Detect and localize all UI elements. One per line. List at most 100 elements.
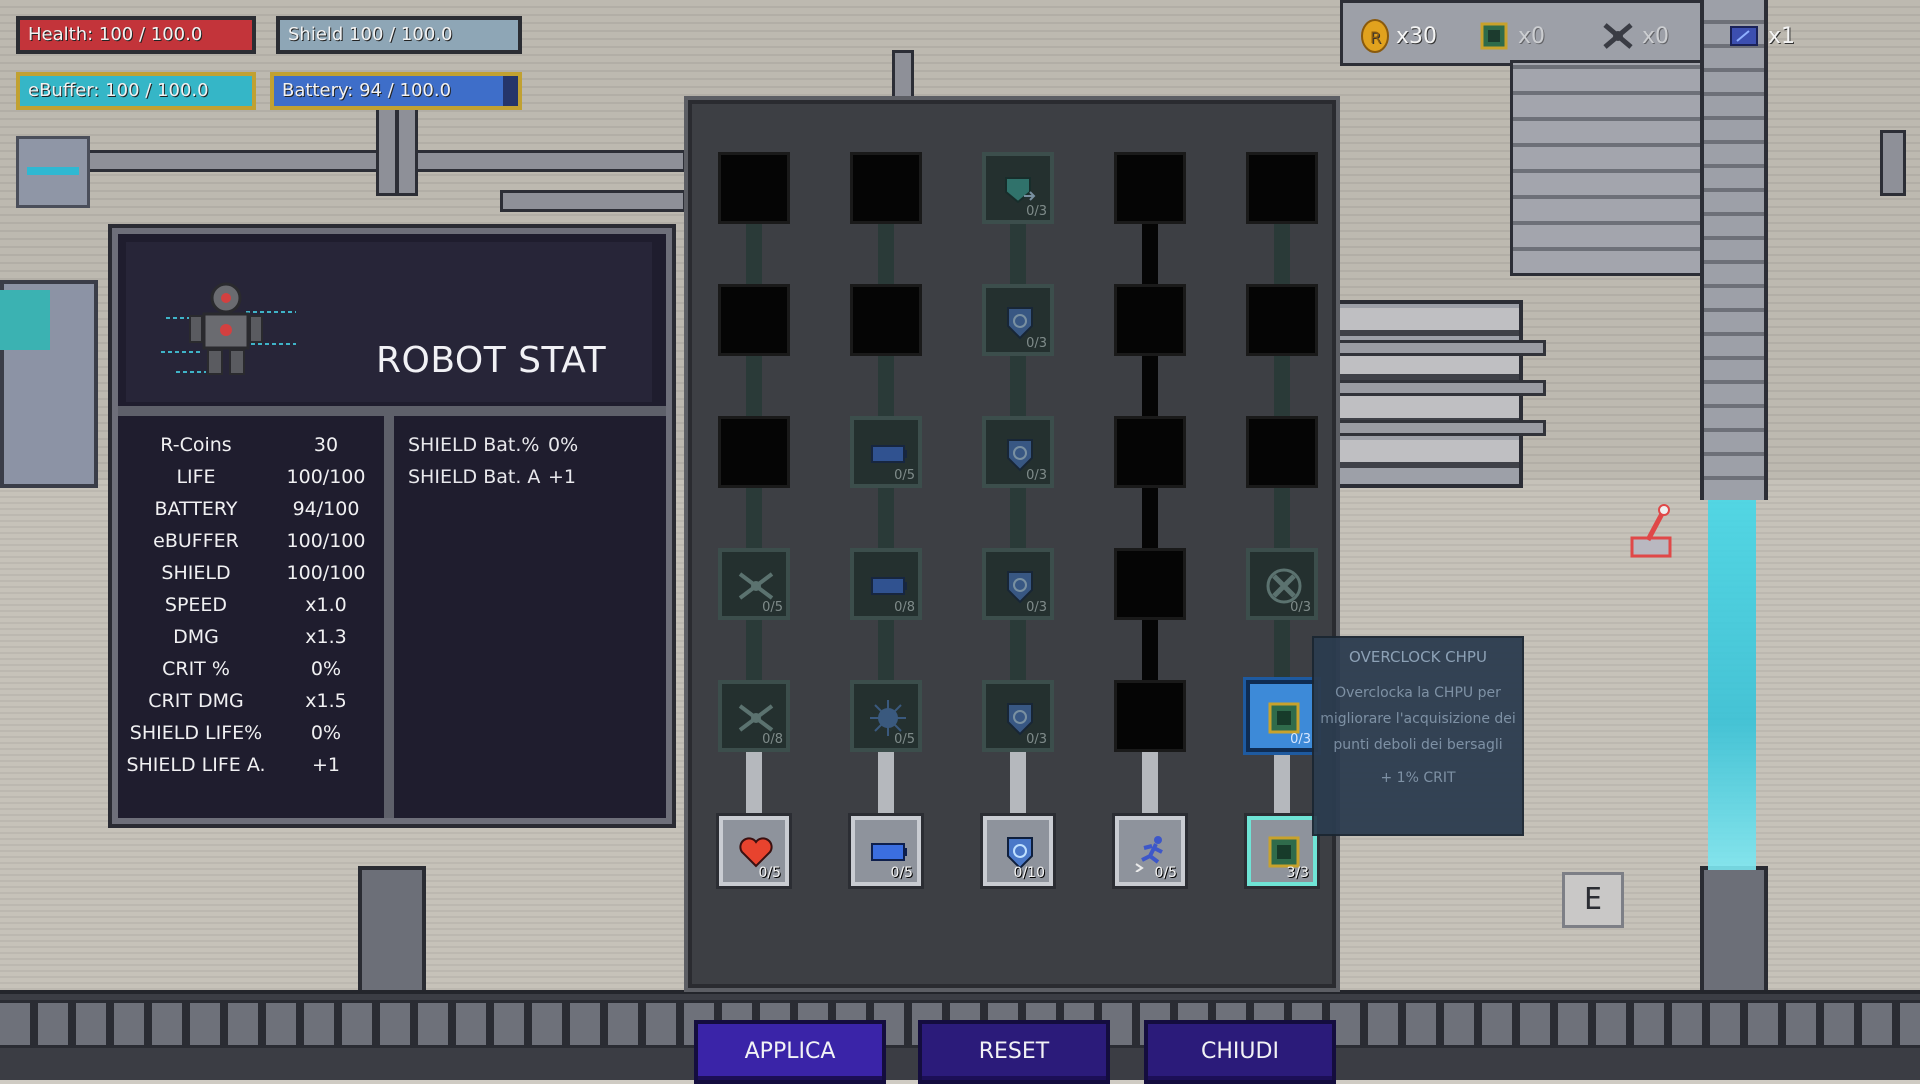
skill-node-locked[interactable] <box>718 416 790 488</box>
skill-node-locked[interactable] <box>1246 152 1318 224</box>
health-label: Health: 100 / 100.0 <box>28 24 203 45</box>
skill-base-node[interactable]: 3/3 <box>1247 816 1317 886</box>
tooltip-bonus: + 1% CRIT <box>1380 770 1456 786</box>
stat-value: 30 <box>313 434 339 456</box>
battery-label: Battery: 94 / 100.0 <box>282 80 452 101</box>
skill-node-locked[interactable] <box>1114 680 1186 752</box>
floor-post <box>1700 866 1768 998</box>
skill-node[interactable]: 0/5 <box>850 416 922 488</box>
skill-node[interactable]: 0/3 <box>982 680 1054 752</box>
skill-connector <box>1142 750 1158 820</box>
skill-tooltip: OVERCLOCK CHPU Overclocka la CHPU per mi… <box>1312 636 1524 836</box>
stat-row: SPEED x1.0 <box>126 594 386 626</box>
inventory-battery-cells: x1 <box>1726 14 1795 58</box>
robot-stat-header: ROBOT STAT <box>126 242 652 402</box>
skill-node-locked[interactable] <box>1114 284 1186 356</box>
stat-value: 94/100 <box>292 498 360 520</box>
skill-node-locked[interactable] <box>1114 152 1186 224</box>
skill-connector <box>1010 750 1026 820</box>
skill-node[interactable]: 0/3 <box>982 152 1054 224</box>
stat-value: 100/100 <box>286 562 366 584</box>
stat-label: SHIELD Bat. A <box>408 466 541 488</box>
stat-value: +1 <box>548 466 577 488</box>
stat-label: DMG <box>173 626 219 648</box>
close-button[interactable]: CHIUDI <box>1144 1020 1336 1084</box>
skill-node-count: 0/3 <box>1026 600 1047 615</box>
inventory-drone-parts: x0 <box>1600 14 1669 58</box>
skill-node-locked[interactable] <box>850 284 922 356</box>
stat-row: SHIELD Bat.% 0% <box>408 434 658 466</box>
stat-row: BATTERY 94/100 <box>126 498 386 530</box>
skill-node-locked[interactable] <box>1246 284 1318 356</box>
tooltip-title: OVERCLOCK CHPU <box>1349 648 1487 666</box>
skill-node-count: 0/3 <box>1026 468 1047 483</box>
teleport-beam <box>1708 500 1756 870</box>
skill-node-locked[interactable] <box>718 284 790 356</box>
skill-node-locked[interactable] <box>850 152 922 224</box>
stat-row: DMG x1.3 <box>126 626 386 658</box>
skill-node-count: 0/3 <box>1026 732 1047 747</box>
stat-value: x1.3 <box>305 626 347 648</box>
ebuffer-bar: eBuffer: 100 / 100.0 <box>16 72 256 110</box>
robot-stat-panel: ROBOT STAT R-Coins 30 LIFE 100/100 BATTERY 94… <box>112 228 672 824</box>
skill-node[interactable]: 0/8 <box>850 548 922 620</box>
stat-value: x1.0 <box>305 594 347 616</box>
stat-row: SHIELD LIFE% 0% <box>126 722 386 754</box>
chip-icon <box>1480 22 1508 50</box>
drone-part-count: x0 <box>1642 23 1670 49</box>
skill-base-node[interactable]: 0/10 <box>983 816 1053 886</box>
lever-icon[interactable] <box>1628 504 1674 560</box>
coin-count: x30 <box>1396 23 1438 49</box>
skill-node[interactable]: 0/3 <box>1246 548 1318 620</box>
stat-row: eBUFFER 100/100 <box>126 530 386 562</box>
apply-button[interactable]: APPLICA <box>694 1020 886 1084</box>
skill-connector <box>746 750 762 820</box>
skill-node[interactable]: 0/5 <box>718 548 790 620</box>
stat-value: +1 <box>311 754 340 776</box>
skill-base-node[interactable]: 0/5 <box>719 816 789 886</box>
event-sign <box>0 290 50 350</box>
skill-node[interactable]: 0/8 <box>718 680 790 752</box>
skill-node-locked[interactable] <box>1114 548 1186 620</box>
stat-list-right: SHIELD Bat.% 0% SHIELD Bat. A +1 <box>408 434 658 498</box>
skill-node[interactable]: 0/5 <box>850 680 922 752</box>
chip-count: x0 <box>1518 23 1546 49</box>
skill-node-count: 0/5 <box>894 732 915 747</box>
skill-node-count: 0/8 <box>894 600 915 615</box>
skill-base-node[interactable]: 0/5 <box>1115 816 1185 886</box>
stat-row: SHIELD 100/100 <box>126 562 386 594</box>
skill-base-count: 3/3 <box>1286 865 1309 881</box>
stat-value: 0% <box>310 658 342 680</box>
stat-label: SHIELD <box>161 562 231 584</box>
health-bar: Health: 100 / 100.0 <box>16 16 256 54</box>
stat-label: SHIELD Bat.% <box>408 434 540 456</box>
tooltip-description: Overclocka la CHPU per migliorare l'acqu… <box>1320 685 1516 753</box>
reset-button[interactable]: RESET <box>918 1020 1110 1084</box>
skill-node-locked[interactable] <box>718 152 790 224</box>
skill-node[interactable]: 0/3 <box>1246 680 1318 752</box>
battery-bar: Battery: 94 / 100.0 <box>270 72 522 110</box>
skill-node-count: 0/5 <box>762 600 783 615</box>
skill-base-count: 0/5 <box>890 865 913 881</box>
skill-node[interactable]: 0/3 <box>982 284 1054 356</box>
stat-row: SHIELD LIFE A. +1 <box>126 754 386 786</box>
skill-node[interactable]: 0/3 <box>982 416 1054 488</box>
shield-bar: Shield 100 / 100.0 <box>276 16 522 54</box>
stat-value: 100/100 <box>286 530 366 552</box>
skill-node[interactable]: 0/3 <box>982 548 1054 620</box>
equipped-item-slot[interactable] <box>16 136 90 208</box>
metal-block <box>1510 60 1706 276</box>
skill-base-node[interactable]: 0/5 <box>851 816 921 886</box>
robot-icon <box>161 282 296 375</box>
skill-base-count: 0/5 <box>1154 865 1177 881</box>
skill-base-count: 0/10 <box>1013 865 1045 881</box>
stat-value: x1.5 <box>305 690 347 712</box>
stat-label: SHIELD LIFE% <box>129 722 263 744</box>
skill-node-count: 0/3 <box>1026 336 1047 351</box>
pipe <box>1880 130 1906 196</box>
skill-node-locked[interactable] <box>1246 416 1318 488</box>
stat-label: R-Coins <box>160 434 232 456</box>
robot-stat-title: ROBOT STAT <box>376 340 607 381</box>
skill-node-locked[interactable] <box>1114 416 1186 488</box>
battery-cell-count: x1 <box>1768 23 1796 49</box>
